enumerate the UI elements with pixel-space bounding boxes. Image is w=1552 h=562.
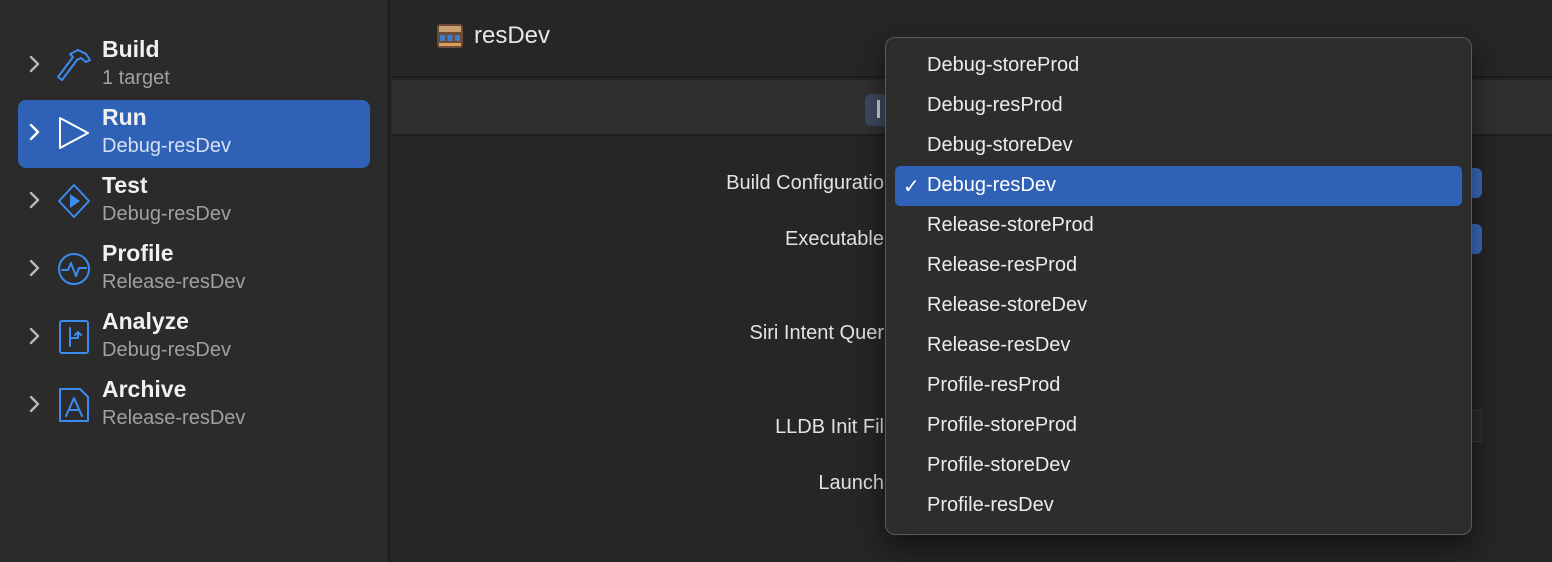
menu-item[interactable]: Release-storeDev [895,286,1462,326]
menu-item[interactable]: Profile-storeProd [895,406,1462,446]
menu-item-label: Debug-storeProd [927,54,1080,76]
sidebar-item-subtitle: Release-resDev [102,407,246,429]
menu-item-label: Profile-storeDev [927,454,1071,476]
sidebar-item-subtitle: 1 target [102,67,170,89]
chevron-right-icon[interactable] [28,394,42,414]
menu-item-label: Release-storeProd [927,214,1094,236]
menu-item[interactable]: Release-storeProd [895,206,1462,246]
app-icon [437,24,463,48]
menu-item[interactable]: ✓ Debug-resDev [895,166,1462,206]
analyze-icon [59,320,89,354]
chevron-right-icon[interactable] [28,54,42,74]
menu-item[interactable]: Profile-resProd [895,366,1462,406]
play-icon [59,117,89,149]
tab-info-glyph [877,100,880,118]
menu-item[interactable]: Debug-storeProd [895,46,1462,86]
sidebar-item-title: Run [102,104,147,130]
menu-item[interactable]: Debug-resProd [895,86,1462,126]
lldb-init-file-label: LLDB Init Fil [775,416,884,438]
sidebar-item-build[interactable]: Build 1 target [18,32,370,100]
menu-item-label: Profile-resProd [927,374,1061,396]
menu-item-label: Profile-storeProd [927,414,1078,436]
sidebar-item-test[interactable]: Test Debug-resDev [18,168,370,236]
menu-item-label: Debug-resProd [927,94,1063,116]
menu-item-label: Release-storeDev [927,294,1088,316]
menu-item[interactable]: Release-resProd [895,246,1462,286]
sidebar-item-subtitle: Debug-resDev [102,203,231,225]
menu-item-label: Debug-resDev [927,174,1056,196]
sidebar-item-title: Analyze [102,308,189,334]
chevron-right-icon[interactable] [28,190,42,210]
chevron-right-icon[interactable] [28,258,42,278]
menu-item-label: Debug-storeDev [927,134,1073,156]
menu-item[interactable]: Release-resDev [895,326,1462,366]
sidebar-item-title: Build [102,36,160,62]
build-configuration-menu: Debug-storeProd Debug-resProd Debug-storeD… [885,37,1472,535]
chevron-right-icon[interactable] [28,326,42,346]
scheme-actions-sidebar: Build 1 target Run Debug-resDev Test Deb… [0,0,390,562]
waveform-icon [58,253,90,285]
sidebar-item-archive[interactable]: Archive Release-resDev [18,372,370,440]
build-configuration-label: Build Configuratio [726,172,884,194]
launch-label: Launch [818,472,884,494]
menu-item-label: Release-resProd [927,254,1078,276]
sidebar-item-analyze[interactable]: Analyze Debug-resDev [18,304,370,372]
menu-item[interactable]: Debug-storeDev [895,126,1462,166]
checkmark-icon: ✓ [903,176,920,198]
sidebar-item-run[interactable]: Run Debug-resDev [18,100,370,168]
sidebar-item-title: Archive [102,376,187,402]
menu-item-label: Release-resDev [927,334,1071,356]
sidebar-item-subtitle: Debug-resDev [102,339,231,361]
sidebar-item-subtitle: Debug-resDev [102,135,231,157]
menu-item[interactable]: Profile-resDev [895,486,1462,526]
archive-icon [59,388,89,422]
siri-intent-query-label: Siri Intent Quer [749,322,884,344]
sidebar-item-title: Profile [102,240,174,266]
menu-item-label: Profile-resDev [927,494,1054,516]
sidebar-item-profile[interactable]: Profile Release-resDev [18,236,370,304]
chevron-right-icon[interactable] [28,122,42,142]
menu-item[interactable]: Profile-storeDev [895,446,1462,486]
hammer-icon [57,49,91,81]
scheme-name: resDev [474,22,551,49]
test-diamond-icon [58,184,90,218]
sidebar-item-subtitle: Release-resDev [102,271,246,293]
executable-label: Executable [785,228,884,250]
tab-info[interactable] [865,94,887,126]
sidebar-item-title: Test [102,172,148,198]
